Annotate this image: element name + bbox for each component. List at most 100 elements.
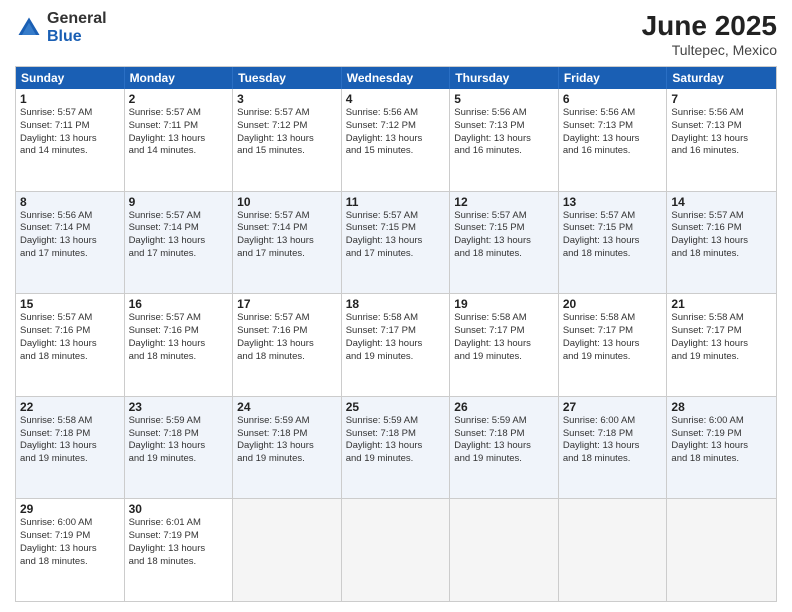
day-info: Sunrise: 5:59 AMSunset: 7:18 PMDaylight:… [129,415,229,466]
day-number: 6 [563,92,663,106]
day-info: Sunrise: 6:00 AMSunset: 7:18 PMDaylight:… [563,415,663,466]
day-number: 14 [671,195,772,209]
title-block: June 2025 Tultepec, Mexico [642,10,777,58]
day-number: 3 [237,92,337,106]
calendar: SundayMondayTuesdayWednesdayThursdayFrid… [15,66,777,602]
day-number: 25 [346,400,446,414]
day-number: 8 [20,195,120,209]
day-info: Sunrise: 5:58 AMSunset: 7:17 PMDaylight:… [346,312,446,363]
day-info: Sunrise: 5:59 AMSunset: 7:18 PMDaylight:… [454,415,554,466]
cal-cell: 21Sunrise: 5:58 AMSunset: 7:17 PMDayligh… [667,294,776,396]
cal-cell [559,499,668,601]
day-number: 11 [346,195,446,209]
day-info: Sunrise: 6:00 AMSunset: 7:19 PMDaylight:… [20,517,120,568]
day-number: 26 [454,400,554,414]
cal-cell: 24Sunrise: 5:59 AMSunset: 7:18 PMDayligh… [233,397,342,499]
day-info: Sunrise: 5:57 AMSunset: 7:15 PMDaylight:… [454,210,554,261]
logo-icon [15,14,43,42]
day-info: Sunrise: 5:56 AMSunset: 7:12 PMDaylight:… [346,107,446,158]
subtitle: Tultepec, Mexico [642,42,777,58]
day-number: 20 [563,297,663,311]
cal-cell: 25Sunrise: 5:59 AMSunset: 7:18 PMDayligh… [342,397,451,499]
cal-cell: 13Sunrise: 5:57 AMSunset: 7:15 PMDayligh… [559,192,668,294]
cal-cell [233,499,342,601]
day-number: 17 [237,297,337,311]
cal-cell: 15Sunrise: 5:57 AMSunset: 7:16 PMDayligh… [16,294,125,396]
day-number: 13 [563,195,663,209]
cal-header-cell: Tuesday [233,67,342,89]
day-info: Sunrise: 5:59 AMSunset: 7:18 PMDaylight:… [237,415,337,466]
cal-header-cell: Sunday [16,67,125,89]
cal-cell [342,499,451,601]
page: General Blue June 2025 Tultepec, Mexico … [0,0,792,612]
cal-cell: 22Sunrise: 5:58 AMSunset: 7:18 PMDayligh… [16,397,125,499]
day-number: 21 [671,297,772,311]
day-number: 16 [129,297,229,311]
day-info: Sunrise: 5:57 AMSunset: 7:11 PMDaylight:… [20,107,120,158]
calendar-row: 15Sunrise: 5:57 AMSunset: 7:16 PMDayligh… [16,293,776,396]
cal-cell: 5Sunrise: 5:56 AMSunset: 7:13 PMDaylight… [450,89,559,191]
cal-cell: 8Sunrise: 5:56 AMSunset: 7:14 PMDaylight… [16,192,125,294]
cal-cell: 16Sunrise: 5:57 AMSunset: 7:16 PMDayligh… [125,294,234,396]
cal-cell: 10Sunrise: 5:57 AMSunset: 7:14 PMDayligh… [233,192,342,294]
day-info: Sunrise: 5:57 AMSunset: 7:16 PMDaylight:… [20,312,120,363]
cal-cell: 9Sunrise: 5:57 AMSunset: 7:14 PMDaylight… [125,192,234,294]
day-number: 19 [454,297,554,311]
calendar-row: 29Sunrise: 6:00 AMSunset: 7:19 PMDayligh… [16,498,776,601]
day-info: Sunrise: 6:01 AMSunset: 7:19 PMDaylight:… [129,517,229,568]
cal-cell: 20Sunrise: 5:58 AMSunset: 7:17 PMDayligh… [559,294,668,396]
day-info: Sunrise: 5:57 AMSunset: 7:16 PMDaylight:… [129,312,229,363]
day-number: 27 [563,400,663,414]
cal-cell [667,499,776,601]
calendar-row: 1Sunrise: 5:57 AMSunset: 7:11 PMDaylight… [16,89,776,191]
day-number: 29 [20,502,120,516]
cal-cell: 23Sunrise: 5:59 AMSunset: 7:18 PMDayligh… [125,397,234,499]
cal-cell: 14Sunrise: 5:57 AMSunset: 7:16 PMDayligh… [667,192,776,294]
cal-cell: 29Sunrise: 6:00 AMSunset: 7:19 PMDayligh… [16,499,125,601]
day-info: Sunrise: 5:58 AMSunset: 7:17 PMDaylight:… [671,312,772,363]
day-number: 10 [237,195,337,209]
day-number: 22 [20,400,120,414]
cal-cell: 11Sunrise: 5:57 AMSunset: 7:15 PMDayligh… [342,192,451,294]
cal-cell [450,499,559,601]
cal-cell: 19Sunrise: 5:58 AMSunset: 7:17 PMDayligh… [450,294,559,396]
cal-cell: 2Sunrise: 5:57 AMSunset: 7:11 PMDaylight… [125,89,234,191]
day-number: 5 [454,92,554,106]
day-info: Sunrise: 5:56 AMSunset: 7:13 PMDaylight:… [563,107,663,158]
day-number: 2 [129,92,229,106]
day-info: Sunrise: 5:57 AMSunset: 7:15 PMDaylight:… [346,210,446,261]
cal-cell: 7Sunrise: 5:56 AMSunset: 7:13 PMDaylight… [667,89,776,191]
day-info: Sunrise: 5:56 AMSunset: 7:13 PMDaylight:… [671,107,772,158]
main-title: June 2025 [642,10,777,42]
cal-header-cell: Saturday [667,67,776,89]
logo-text: General Blue [47,10,107,45]
cal-cell: 12Sunrise: 5:57 AMSunset: 7:15 PMDayligh… [450,192,559,294]
day-number: 7 [671,92,772,106]
cal-cell: 6Sunrise: 5:56 AMSunset: 7:13 PMDaylight… [559,89,668,191]
cal-header-cell: Thursday [450,67,559,89]
day-info: Sunrise: 5:57 AMSunset: 7:16 PMDaylight:… [671,210,772,261]
day-info: Sunrise: 5:59 AMSunset: 7:18 PMDaylight:… [346,415,446,466]
cal-cell: 17Sunrise: 5:57 AMSunset: 7:16 PMDayligh… [233,294,342,396]
day-info: Sunrise: 5:57 AMSunset: 7:16 PMDaylight:… [237,312,337,363]
day-info: Sunrise: 5:56 AMSunset: 7:14 PMDaylight:… [20,210,120,261]
day-number: 18 [346,297,446,311]
cal-cell: 18Sunrise: 5:58 AMSunset: 7:17 PMDayligh… [342,294,451,396]
day-info: Sunrise: 5:57 AMSunset: 7:14 PMDaylight:… [129,210,229,261]
cal-header-cell: Monday [125,67,234,89]
logo: General Blue [15,10,107,45]
day-info: Sunrise: 5:57 AMSunset: 7:15 PMDaylight:… [563,210,663,261]
cal-cell: 1Sunrise: 5:57 AMSunset: 7:11 PMDaylight… [16,89,125,191]
day-info: Sunrise: 5:58 AMSunset: 7:17 PMDaylight:… [454,312,554,363]
cal-cell: 27Sunrise: 6:00 AMSunset: 7:18 PMDayligh… [559,397,668,499]
day-number: 4 [346,92,446,106]
calendar-header-row: SundayMondayTuesdayWednesdayThursdayFrid… [16,67,776,89]
cal-cell: 4Sunrise: 5:56 AMSunset: 7:12 PMDaylight… [342,89,451,191]
cal-cell: 30Sunrise: 6:01 AMSunset: 7:19 PMDayligh… [125,499,234,601]
day-info: Sunrise: 5:56 AMSunset: 7:13 PMDaylight:… [454,107,554,158]
day-number: 15 [20,297,120,311]
cal-cell: 28Sunrise: 6:00 AMSunset: 7:19 PMDayligh… [667,397,776,499]
day-number: 9 [129,195,229,209]
day-info: Sunrise: 5:57 AMSunset: 7:14 PMDaylight:… [237,210,337,261]
day-number: 1 [20,92,120,106]
